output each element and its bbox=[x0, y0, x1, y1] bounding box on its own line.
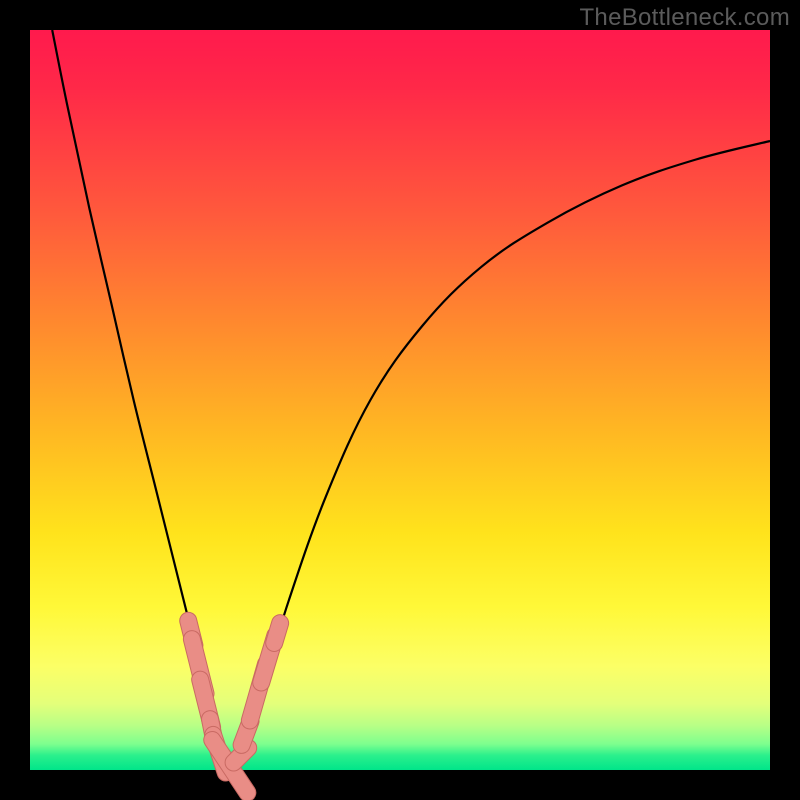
watermark-text: TheBottleneck.com bbox=[579, 4, 790, 32]
marker-group bbox=[178, 610, 291, 800]
bottleneck-curve bbox=[52, 30, 770, 766]
chart-frame: TheBottleneck.com bbox=[0, 0, 800, 800]
plot-area bbox=[30, 30, 770, 770]
curve-layer bbox=[30, 30, 770, 770]
